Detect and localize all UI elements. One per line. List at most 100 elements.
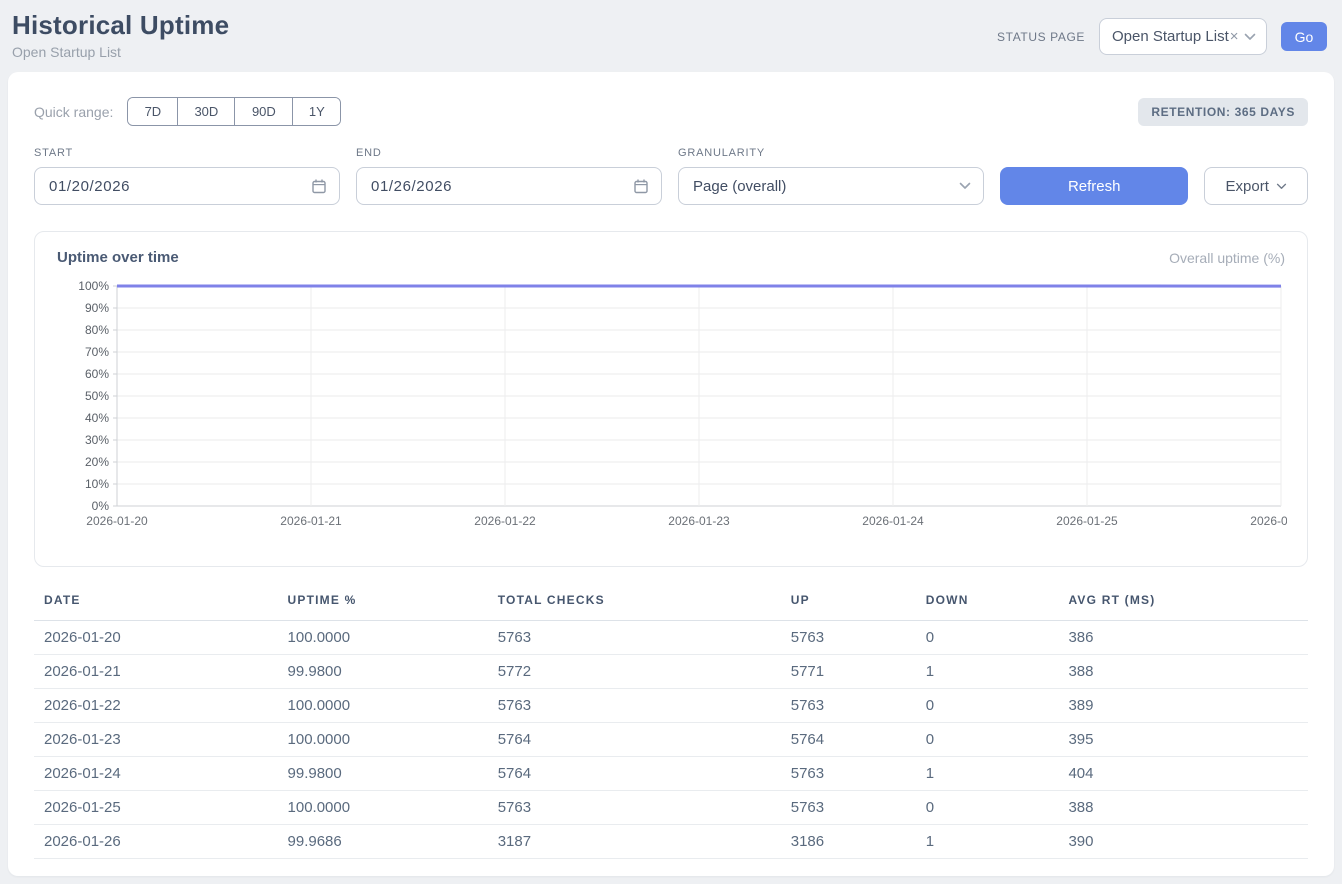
table-cell: 395	[1068, 723, 1308, 757]
svg-text:2026-01-22: 2026-01-22	[474, 514, 536, 528]
table-cell: 5764	[498, 757, 791, 791]
svg-text:10%: 10%	[85, 477, 109, 491]
table-cell: 2026-01-23	[34, 723, 288, 757]
granularity-select[interactable]: Page (overall)	[678, 167, 984, 205]
svg-text:80%: 80%	[85, 323, 109, 337]
status-page-selected-value: Open Startup List	[1112, 28, 1229, 45]
svg-text:30%: 30%	[85, 433, 109, 447]
start-date-input[interactable]: 01/20/2026	[34, 167, 340, 205]
calendar-icon[interactable]	[633, 178, 649, 194]
granularity-label: GRANULARITY	[678, 147, 984, 159]
table-cell: 0	[926, 791, 1069, 825]
column-header-date: DATE	[34, 591, 288, 621]
granularity-field: GRANULARITY Page (overall)	[678, 147, 984, 205]
svg-text:2026-01-23: 2026-01-23	[668, 514, 730, 528]
column-header-total-checks: TOTAL CHECKS	[498, 591, 791, 621]
chevron-down-icon	[1244, 33, 1256, 41]
table-cell: 3187	[498, 825, 791, 859]
page-subtitle: Open Startup List	[12, 44, 229, 60]
quick-range-row: Quick range: 7D 30D 90D 1Y RETENTION: 36…	[34, 97, 1308, 126]
end-date-input[interactable]: 01/26/2026	[356, 167, 662, 205]
svg-text:2026-01-20: 2026-01-20	[86, 514, 148, 528]
chart-header: Uptime over time Overall uptime (%)	[55, 249, 1287, 266]
table-cell: 5764	[498, 723, 791, 757]
export-button[interactable]: Export	[1204, 167, 1308, 205]
chart-plot-area: 100%90%80%70%60%50%40%30%20%10%0%2026-01…	[55, 276, 1287, 539]
table-cell: 1	[926, 655, 1069, 689]
main-panel: Quick range: 7D 30D 90D 1Y RETENTION: 36…	[8, 72, 1334, 876]
table-cell: 388	[1068, 655, 1308, 689]
svg-text:2026-01-26: 2026-01-26	[1250, 514, 1287, 528]
export-button-label: Export	[1226, 178, 1269, 195]
header-controls: STATUS PAGE Open Startup List × Go	[997, 18, 1327, 55]
uptime-line-chart: 100%90%80%70%60%50%40%30%20%10%0%2026-01…	[55, 276, 1287, 534]
column-header-down: DOWN	[926, 591, 1069, 621]
table-cell: 2026-01-21	[34, 655, 288, 689]
table-cell: 99.9800	[288, 757, 498, 791]
svg-text:100%: 100%	[78, 279, 109, 293]
refresh-button[interactable]: Refresh	[1000, 167, 1188, 205]
svg-text:2026-01-25: 2026-01-25	[1056, 514, 1118, 528]
status-page-select[interactable]: Open Startup List ×	[1099, 18, 1267, 55]
start-date-field: START 01/20/2026	[34, 147, 340, 205]
table-cell: 390	[1068, 825, 1308, 859]
retention-badge: RETENTION: 365 DAYS	[1138, 98, 1308, 126]
table-row: 2026-01-20100.0000576357630386	[34, 621, 1308, 655]
table-cell: 5771	[791, 655, 926, 689]
svg-text:2026-01-24: 2026-01-24	[862, 514, 924, 528]
table-cell: 2026-01-25	[34, 791, 288, 825]
table-cell: 100.0000	[288, 723, 498, 757]
table-cell: 100.0000	[288, 791, 498, 825]
clear-icon[interactable]: ×	[1230, 28, 1239, 45]
uptime-table: DATE UPTIME % TOTAL CHECKS UP DOWN AVG R…	[34, 591, 1308, 859]
end-date-label: END	[356, 147, 662, 159]
svg-text:50%: 50%	[85, 389, 109, 403]
table-cell: 3186	[791, 825, 926, 859]
go-button[interactable]: Go	[1281, 22, 1327, 51]
status-page-label: STATUS PAGE	[997, 30, 1085, 44]
quick-range-30d-button[interactable]: 30D	[178, 98, 235, 125]
svg-text:90%: 90%	[85, 301, 109, 315]
table-header-row: DATE UPTIME % TOTAL CHECKS UP DOWN AVG R…	[34, 591, 1308, 621]
calendar-icon[interactable]	[311, 178, 327, 194]
table-cell: 1	[926, 757, 1069, 791]
table-cell: 100.0000	[288, 621, 498, 655]
quick-range-1y-button[interactable]: 1Y	[293, 98, 340, 125]
page-title: Historical Uptime	[12, 10, 229, 41]
table-cell: 100.0000	[288, 689, 498, 723]
svg-text:0%: 0%	[92, 499, 110, 513]
chart-title: Uptime over time	[57, 249, 179, 266]
quick-range-button-group: 7D 30D 90D 1Y	[127, 97, 341, 126]
uptime-chart-card: Uptime over time Overall uptime (%) 100%…	[34, 231, 1308, 567]
table-cell: 5763	[791, 791, 926, 825]
table-row: 2026-01-2199.9800577257711388	[34, 655, 1308, 689]
table-cell: 99.9800	[288, 655, 498, 689]
table-cell: 386	[1068, 621, 1308, 655]
table-cell: 2026-01-20	[34, 621, 288, 655]
top-header: Historical Uptime Open Startup List STAT…	[0, 0, 1342, 72]
table-cell: 0	[926, 723, 1069, 757]
table-cell: 389	[1068, 689, 1308, 723]
table-row: 2026-01-22100.0000576357630389	[34, 689, 1308, 723]
table-cell: 5763	[498, 689, 791, 723]
table-cell: 2026-01-22	[34, 689, 288, 723]
table-cell: 404	[1068, 757, 1308, 791]
table-cell: 0	[926, 689, 1069, 723]
quick-range-90d-button[interactable]: 90D	[235, 98, 293, 125]
start-date-label: START	[34, 147, 340, 159]
table-cell: 388	[1068, 791, 1308, 825]
quick-range-7d-button[interactable]: 7D	[128, 98, 178, 125]
table-cell: 5763	[791, 757, 926, 791]
table-row: 2026-01-25100.0000576357630388	[34, 791, 1308, 825]
chevron-down-icon	[959, 182, 971, 190]
svg-text:2026-01-21: 2026-01-21	[280, 514, 342, 528]
table-cell: 5763	[498, 621, 791, 655]
svg-text:60%: 60%	[85, 367, 109, 381]
table-cell: 0	[926, 621, 1069, 655]
table-cell: 5763	[498, 791, 791, 825]
svg-text:70%: 70%	[85, 345, 109, 359]
quick-range-group-wrap: Quick range: 7D 30D 90D 1Y	[34, 97, 341, 126]
svg-text:20%: 20%	[85, 455, 109, 469]
title-block: Historical Uptime Open Startup List	[12, 10, 229, 60]
uptime-table-section: DATE UPTIME % TOTAL CHECKS UP DOWN AVG R…	[34, 591, 1308, 859]
